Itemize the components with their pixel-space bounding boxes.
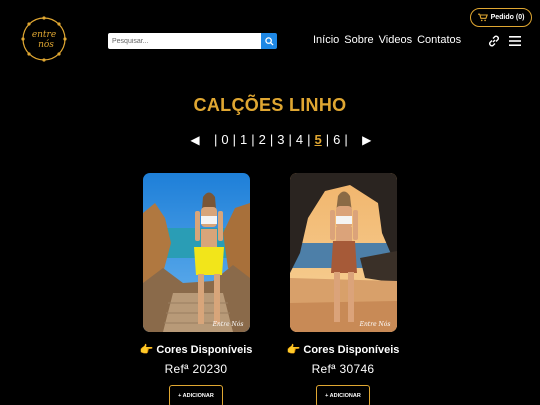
search-input[interactable] (108, 33, 261, 49)
search-icon (264, 36, 274, 46)
product-card: Entre Nós 👉 Cores Disponíveis Refª 20230… (121, 173, 271, 405)
cart-icon (477, 13, 488, 22)
page-link-4[interactable]: 4 (294, 132, 305, 147)
page-link-5-active[interactable]: 5 (313, 132, 324, 147)
nav-item-sobre[interactable]: Sobre (344, 34, 373, 46)
pointing-hand-icon: 👉 (286, 344, 301, 356)
colors-available[interactable]: 👉 Cores Disponíveis (268, 343, 418, 356)
colors-label: Cores Disponíveis (156, 344, 253, 356)
nav-item-contatos[interactable]: Contatos (417, 34, 461, 46)
page-separator: | (325, 132, 330, 147)
nav-item-videos[interactable]: Videos (379, 34, 412, 46)
colors-available[interactable]: 👉 Cores Disponíveis (121, 343, 271, 356)
product-card: Entre Nós 👉 Cores Disponíveis Refª 30746… (268, 173, 418, 405)
page-separator: | (269, 132, 274, 147)
svg-text:nós: nós (38, 39, 54, 50)
order-button-label: Pedido (0) (490, 14, 525, 21)
pointing-hand-icon: 👉 (139, 344, 154, 356)
page-link-3[interactable]: 3 (275, 132, 286, 147)
page-separator: | (251, 132, 255, 147)
page-link-0[interactable]: 0 (219, 132, 230, 147)
add-to-order-button[interactable]: + ADICIONAR (169, 385, 223, 405)
add-to-order-button[interactable]: + ADICIONAR (316, 385, 370, 405)
nav-item-inicio[interactable]: Início (313, 34, 339, 46)
main-nav: Início Sobre Videos Contatos (313, 34, 461, 46)
hamburger-menu-icon[interactable] (509, 35, 521, 47)
prev-page-arrow-icon[interactable]: ◀ (186, 133, 204, 147)
page-separator: | (214, 132, 218, 147)
product-ref: Refª 20230 (164, 362, 228, 376)
product-photo[interactable]: Entre Nós (289, 173, 397, 332)
page-link-1[interactable]: 1 (238, 132, 249, 147)
search-button[interactable] (261, 33, 277, 49)
page-separator: | (307, 132, 311, 147)
page-title: CALÇÕES LINHO (193, 95, 347, 115)
search-bar (108, 33, 277, 49)
link-icon[interactable] (487, 34, 501, 48)
page-separator: | (288, 132, 292, 147)
pagination: ◀ | 0 | 1 | 2 | 3 | 4 | 5 | 6 | ▶ (186, 132, 376, 147)
product-ref: Refª 30746 (311, 362, 375, 376)
brand-logo[interactable]: entre nós (19, 14, 69, 64)
colors-label: Cores Disponíveis (303, 344, 400, 356)
photo-watermark: Entre Nós (359, 321, 391, 328)
photo-watermark: Entre Nós (212, 321, 244, 328)
order-cart-button[interactable]: Pedido (0) (470, 8, 532, 27)
page-link-6[interactable]: 6 (331, 132, 342, 147)
page-link-2[interactable]: 2 (257, 132, 268, 147)
page-separator: | (232, 132, 237, 147)
svg-text:entre: entre (32, 30, 56, 40)
page-separator: | (344, 132, 348, 147)
next-page-arrow-icon[interactable]: ▶ (358, 133, 376, 147)
product-photo[interactable]: Entre Nós (142, 173, 250, 332)
